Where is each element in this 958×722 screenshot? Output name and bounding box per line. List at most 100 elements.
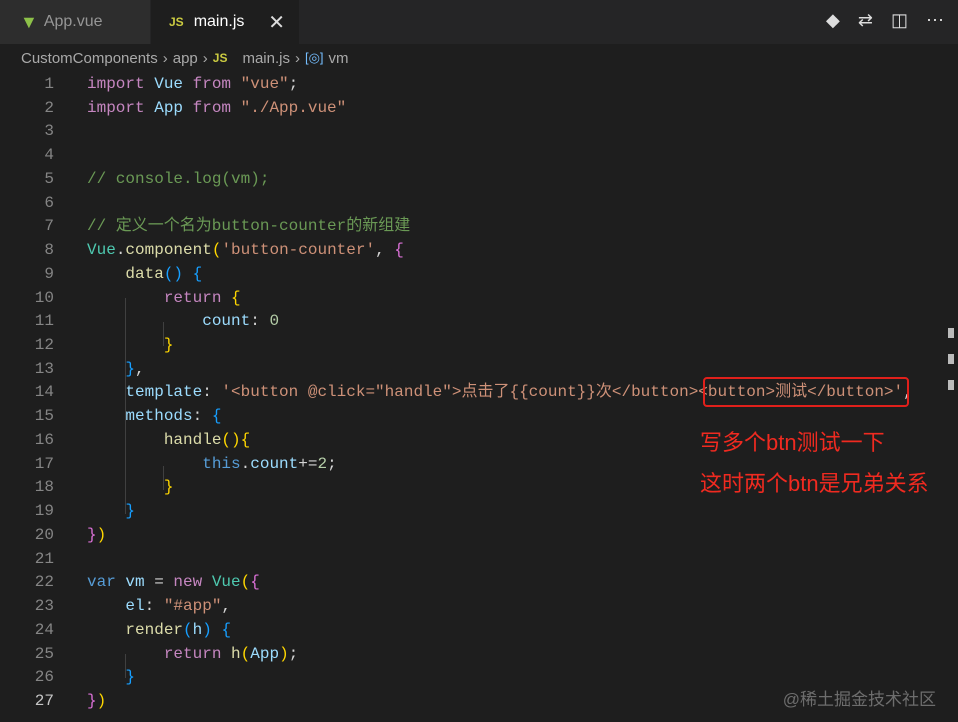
line-number: 19 [34,502,54,521]
line-number: 22 [34,573,54,592]
code-token: { [221,620,232,639]
split-editor-icon[interactable]: ◫ [891,10,908,31]
code-token: } [87,525,97,544]
tab-bar: ▼ App.vue JS main.js ✕ ◆ ⇄ ◫ ⋯ [0,0,958,44]
chevron-right-icon: › [294,49,300,67]
code-token: import [87,75,155,93]
highlight-box [703,377,909,407]
code-token: () [163,264,193,283]
code-token: h [192,620,203,639]
code-line[interactable]: 11 count: 0 [0,309,958,333]
line-number: 14 [34,383,54,402]
code-line[interactable]: 20}) [0,523,958,547]
code-text: methods: { [87,404,221,428]
code-token: } [163,336,174,355]
code-token: : [250,312,270,331]
line-number: 20 [34,525,54,544]
code-token: component [125,241,212,260]
code-text: } [87,665,135,689]
code-token: ) [96,525,107,544]
code-line[interactable]: 22 var vm = new Vue({ [0,570,958,594]
code-text: } [87,499,135,523]
code-token: return [163,644,232,663]
code-token: count [202,312,251,331]
code-token: : [192,407,212,426]
more-actions-icon[interactable]: ⋯ [926,10,944,31]
code-line[interactable]: 10 return { [0,286,958,310]
code-text: import Vue from "vue"; [87,72,298,96]
code-line[interactable]: 6 [0,191,958,215]
code-token: ( [211,241,222,260]
breadcrumb-item[interactable]: main.js [242,50,290,67]
code-line[interactable]: 3 [0,119,958,143]
code-text: el: "#app", [87,594,231,618]
code-token: ( [183,620,193,639]
code-token: from [192,98,241,117]
code-token: Vue [211,573,241,592]
code-token: "#app" [163,597,222,616]
line-number: 18 [34,478,54,497]
breadcrumb-item[interactable]: CustomComponents [21,50,158,67]
code-text: }, [87,357,144,381]
line-number: 17 [34,454,54,473]
close-icon[interactable]: ✕ [268,10,285,35]
code-line[interactable]: 25 return h(App); [0,642,958,666]
js-icon: JS [212,51,228,65]
code-token: new [173,573,212,592]
chevron-right-icon: › [202,49,208,67]
code-token: App [154,98,193,117]
tab-app-vue[interactable]: ▼ App.vue [0,0,150,44]
code-token: ( [240,644,251,663]
line-number: 24 [34,620,54,639]
line-number: 10 [34,288,54,307]
code-line[interactable]: 12 } [0,333,958,357]
code-line[interactable]: 19 } [0,499,958,523]
code-token: vm [125,573,155,592]
line-number: 13 [34,359,54,378]
annotation-text: 写多个btn测试一下 [700,430,885,455]
code-line[interactable]: 21 [0,547,958,571]
line-number: 7 [44,217,54,236]
code-text: }) [87,523,106,547]
tab-main-js[interactable]: JS main.js ✕ [151,0,299,44]
code-token: ; [288,75,299,93]
code-line[interactable]: 4 [0,143,958,167]
breadcrumb-item[interactable]: vm [329,50,349,67]
tab-label: main.js [193,13,245,30]
code-line[interactable]: 23 el: "#app", [0,594,958,618]
line-number: 2 [44,98,54,117]
source-control-icon[interactable]: ⇄ [858,10,873,31]
line-number: 11 [34,312,54,331]
code-line[interactable]: 8 Vue.component('button-counter', { [0,238,958,262]
annotation-text: 这时两个btn是兄弟关系 [700,471,929,496]
line-number: 6 [44,193,54,212]
code-token: 0 [269,312,280,331]
code-token: handle [163,430,222,449]
code-line[interactable]: 2 import App from "./App.vue" [0,96,958,120]
line-number: 9 [44,264,54,283]
code-token: "vue" [240,75,289,93]
git-compare-icon[interactable]: ◆ [826,10,840,31]
code-line[interactable]: 5 // console.log(vm); [0,167,958,191]
code-token: , [221,597,232,616]
code-token: 'button-counter' [221,241,376,260]
code-line[interactable]: 1 import Vue from "vue"; [0,72,958,96]
code-line[interactable]: 9 data() { [0,262,958,286]
code-token: render [125,620,184,639]
line-number: 16 [34,430,54,449]
code-token: // console.log(vm); [87,169,270,188]
code-token: App [250,644,280,663]
code-token: var [87,573,126,592]
code-line[interactable]: 7 // 定义一个名为button-counter的新组建 [0,214,958,238]
line-number: 8 [44,241,54,260]
code-line[interactable]: 24 render(h) { [0,618,958,642]
breadcrumb-item[interactable]: app [173,50,198,67]
code-token: ) [202,620,222,639]
code-token: template [125,383,203,402]
watermark: @稀土掘金技术社区 [782,690,936,709]
